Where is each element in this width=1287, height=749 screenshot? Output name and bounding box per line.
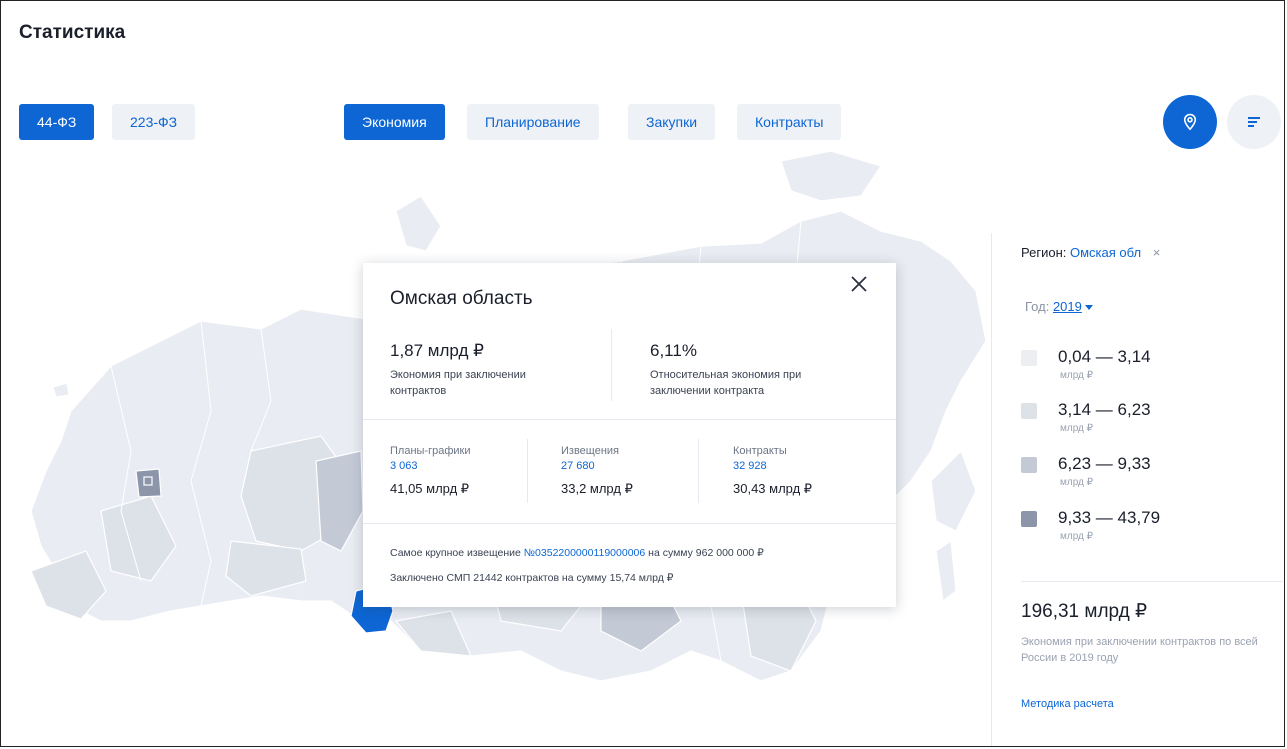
stat-count-link[interactable]: 3 063 bbox=[390, 460, 471, 472]
stat-label: Планы-графики bbox=[390, 445, 471, 457]
stat-amount: 33,2 млрд ₽ bbox=[561, 481, 633, 496]
year-label: Год: bbox=[1025, 299, 1050, 314]
tab-44fz[interactable]: 44-ФЗ bbox=[19, 104, 95, 140]
legend-range: 6,23 — 9,33 bbox=[1058, 454, 1151, 473]
stat-label: Контракты bbox=[733, 445, 787, 457]
smp-middle: контрактов на сумму bbox=[505, 572, 607, 584]
kpi-relative-value: 6,11% bbox=[650, 341, 697, 360]
total-economy-value: 196,31 млрд ₽ bbox=[1021, 601, 1148, 622]
year-select[interactable]: 2019 bbox=[1053, 299, 1082, 314]
map-pin-icon bbox=[1183, 113, 1197, 131]
stat-contracts: Контракты 32 928 30,43 млрд ₽ bbox=[733, 445, 812, 497]
legend-unit: млрд ₽ bbox=[1060, 370, 1094, 381]
kpi-economy: 1,87 млрд ₽ Экономия при заключении конт… bbox=[390, 341, 580, 399]
smp-count: 21442 bbox=[473, 572, 503, 584]
close-icon[interactable] bbox=[848, 273, 870, 295]
kpi-divider bbox=[611, 329, 612, 401]
legend-unit: млрд ₽ bbox=[1060, 477, 1094, 488]
map-island-north bbox=[780, 151, 882, 202]
popup-title: Омская область bbox=[390, 288, 533, 309]
map-kaliningrad bbox=[52, 382, 70, 398]
legend-unit: млрд ₽ bbox=[1060, 531, 1094, 542]
tab-purchases[interactable]: Закупки bbox=[628, 104, 716, 140]
smp-line: Заключено СМП 21442 контрактов на сумму … bbox=[390, 572, 673, 584]
legend-range: 3,14 — 6,23 bbox=[1058, 400, 1151, 419]
total-economy-description: Экономия при заключении контрактов по вс… bbox=[1021, 636, 1258, 664]
legend-swatch bbox=[1021, 350, 1037, 366]
largest-notice-link[interactable]: №0352200000119000006 bbox=[524, 547, 645, 559]
popup-divider bbox=[363, 523, 896, 524]
stat-amount: 41,05 млрд ₽ bbox=[390, 481, 470, 496]
kpi-relative-economy: 6,11% Относительная экономия при заключе… bbox=[650, 341, 850, 399]
stat-divider bbox=[698, 439, 699, 503]
legend-swatch bbox=[1021, 403, 1037, 419]
kpi-economy-label: Экономия при заключении контрактов bbox=[390, 369, 526, 397]
legend-swatch bbox=[1021, 511, 1037, 527]
tab-223fz[interactable]: 223-ФЗ bbox=[112, 104, 196, 140]
legend-swatch bbox=[1021, 457, 1037, 473]
region-popup: Омская область 1,87 млрд ₽ Экономия при … bbox=[363, 263, 896, 607]
legend-range: 0,04 — 3,14 bbox=[1058, 347, 1151, 366]
legend-unit: млрд ₽ bbox=[1060, 423, 1094, 434]
stat-notices: Извещения 27 680 33,2 млрд ₽ bbox=[561, 445, 633, 497]
kpi-relative-label: Относительная экономия при заключении ко… bbox=[650, 369, 802, 397]
map-view-button[interactable] bbox=[1163, 95, 1217, 149]
statistics-page: Статистика 44-ФЗ 223-ФЗ Экономия Планиро… bbox=[0, 0, 1285, 747]
region-value[interactable]: Омская обл bbox=[1070, 245, 1141, 260]
list-view-button[interactable] bbox=[1227, 95, 1281, 149]
region-filter: Регион: Омская обл × bbox=[1021, 245, 1160, 260]
smp-amount: 15,74 млрд ₽ bbox=[609, 572, 674, 584]
chevron-down-icon[interactable] bbox=[1084, 305, 1093, 311]
sidebar-divider bbox=[1021, 581, 1283, 582]
map-kamchatka bbox=[930, 449, 977, 532]
popup-divider bbox=[363, 419, 896, 420]
tab-planning[interactable]: Планирование bbox=[467, 104, 599, 140]
tab-economy[interactable]: Экономия bbox=[344, 104, 445, 140]
stat-count-link[interactable]: 27 680 bbox=[561, 460, 633, 472]
stat-label: Извещения bbox=[561, 445, 620, 457]
stat-divider bbox=[527, 439, 528, 503]
region-clear-button[interactable]: × bbox=[1153, 245, 1161, 260]
region-sidebar: Регион: Омская обл × Год: 2019 0,04 — 3,… bbox=[991, 233, 1284, 746]
largest-notice-prefix: Самое крупное извещение bbox=[390, 547, 521, 559]
tab-contracts[interactable]: Контракты bbox=[737, 104, 842, 140]
stat-plans: Планы-графики 3 063 41,05 млрд ₽ bbox=[390, 445, 471, 497]
smp-label: СМП bbox=[446, 572, 471, 584]
region-label: Регион: bbox=[1021, 245, 1067, 260]
smp-prefix: Заключено bbox=[390, 572, 444, 584]
list-lines-icon bbox=[1248, 117, 1260, 127]
largest-notice-suffix: на сумму 962 000 000 ₽ bbox=[648, 547, 764, 559]
largest-notice-line: Самое крупное извещение №035220000011900… bbox=[390, 547, 764, 559]
kpi-economy-value: 1,87 млрд ₽ bbox=[390, 341, 484, 360]
legend-range: 9,33 — 43,79 bbox=[1058, 508, 1161, 527]
stat-count-link[interactable]: 32 928 bbox=[733, 460, 812, 472]
stat-amount: 30,43 млрд ₽ bbox=[733, 481, 813, 496]
map-sakhalin bbox=[935, 539, 957, 603]
map-island-novaya bbox=[395, 195, 442, 252]
page-title: Статистика bbox=[19, 22, 126, 43]
methodology-link[interactable]: Методика расчета bbox=[1021, 698, 1114, 710]
year-filter: Год: 2019 bbox=[1025, 299, 1093, 314]
